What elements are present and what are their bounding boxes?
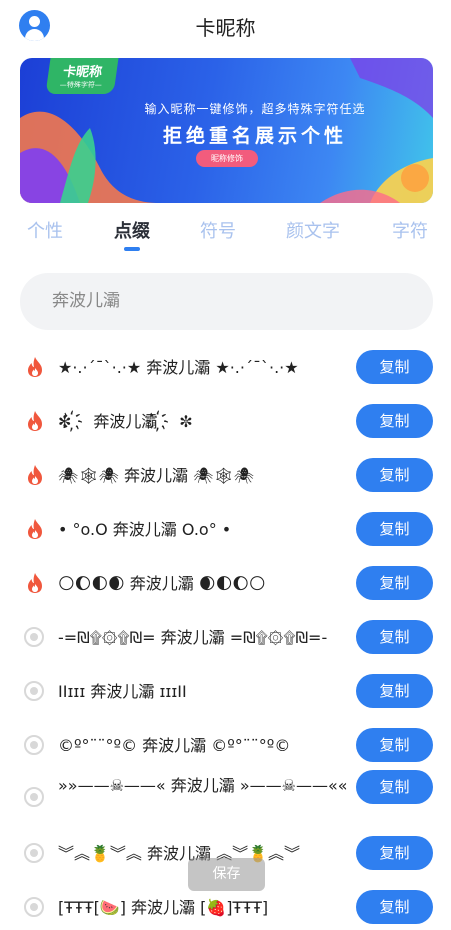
list-item: -=₪۩۞۩₪= 奔波儿灞 =₪۩۞۩₪=- 复制 — [0, 620, 451, 654]
list-item: • °o.O 奔波儿灞 O.o° • 复制 — [0, 512, 451, 546]
fire-icon — [28, 357, 42, 377]
tab-decoration[interactable]: 点缀 — [114, 217, 150, 243]
radio-icon[interactable] — [24, 897, 44, 917]
nickname-input[interactable]: 奔波儿灞 — [20, 273, 433, 330]
list-item: »»——☠——« 奔波儿灞 »——☠——«« 复制 — [0, 770, 451, 828]
copy-button[interactable]: 复制 — [356, 770, 433, 804]
decorated-nickname: [ŦŦŦ[🍉] 奔波儿灞 [🍓]ŦŦŦ] — [58, 898, 269, 917]
list-item: ★·.·´¯`·.·★ 奔波儿灞 ★·.·´¯`·.·★ 复制 — [0, 350, 451, 384]
copy-button[interactable]: 复制 — [356, 404, 433, 438]
banner-button[interactable]: 昵称修饰 — [196, 150, 258, 167]
list-item: [ŦŦŦ[🍉] 奔波儿灞 [🍓]ŦŦŦ] 复制 — [0, 890, 451, 924]
list-item: ©º°¨¨°º© 奔波儿灞 ©º°¨¨°º© 复制 — [0, 728, 451, 762]
radio-icon[interactable] — [24, 843, 44, 863]
user-icon[interactable] — [19, 10, 50, 41]
copy-button[interactable]: 复制 — [356, 566, 433, 600]
decorated-nickname: ©º°¨¨°º© 奔波儿灞 ©º°¨¨°º© — [58, 736, 291, 755]
list-item: 🌕🌔🌓🌒 奔波儿灞 🌒🌓🌔🌕 复制 — [0, 566, 451, 600]
save-toast[interactable]: 保存 — [188, 858, 265, 891]
copy-button[interactable]: 复制 — [356, 620, 433, 654]
radio-icon[interactable] — [24, 787, 44, 807]
decorated-nickname: -=₪۩۞۩₪= 奔波儿灞 =₪۩۞۩₪=- — [58, 628, 328, 647]
tab-symbols[interactable]: 符号 — [200, 217, 236, 243]
radio-icon[interactable] — [24, 735, 44, 755]
decorated-nickname: ✼ ҉ 奔波儿灞 ҉ ✼ — [58, 412, 193, 431]
header-bar: 卡昵称 — [0, 0, 451, 52]
fire-icon — [28, 519, 42, 539]
radio-icon[interactable] — [24, 627, 44, 647]
copy-button[interactable]: 复制 — [356, 890, 433, 924]
tab-personality[interactable]: 个性 — [27, 217, 63, 243]
tab-characters[interactable]: 字符 — [392, 217, 428, 243]
banner-headline: 拒绝重名展示个性 — [162, 125, 347, 147]
fire-icon — [28, 465, 42, 485]
tab-kaomoji[interactable]: 颜文字 — [286, 217, 340, 243]
copy-button[interactable]: 复制 — [356, 350, 433, 384]
copy-button[interactable]: 复制 — [356, 728, 433, 762]
fire-icon — [28, 411, 42, 431]
copy-button[interactable]: 复制 — [356, 836, 433, 870]
decorated-nickname: ΙΙɪɪɪ 奔波儿灞 ɪɪɪΙΙ — [58, 682, 187, 701]
decorated-nickname: »»——☠——« 奔波儿灞 »——☠——«« — [58, 776, 348, 795]
decorated-nickname: • °o.O 奔波儿灞 O.o° • — [58, 520, 232, 539]
fire-icon — [28, 573, 42, 593]
copy-button[interactable]: 复制 — [356, 458, 433, 492]
active-tab-indicator — [124, 247, 140, 251]
promo-banner[interactable]: 卡昵称 —特殊字符— 输入昵称一键修饰，超多特殊字符任选 拒绝重名展示个性 昵称… — [20, 58, 433, 203]
list-item: ΙΙɪɪɪ 奔波儿灞 ɪɪɪΙΙ 复制 — [0, 674, 451, 708]
banner-subtitle: 输入昵称一键修饰，超多特殊字符任选 — [144, 102, 366, 116]
decorated-nickname: 🌕🌔🌓🌒 奔波儿灞 🌒🌓🌔🌕 — [58, 574, 266, 593]
banner-badge: 卡昵称 —特殊字符— — [45, 58, 119, 94]
decorated-nickname: 🕷🕸🕷 奔波儿灞 🕷🕸🕷 — [58, 466, 255, 485]
list-item: ✼ ҉ 奔波儿灞 ҉ ✼ 复制 — [0, 404, 451, 438]
copy-button[interactable]: 复制 — [356, 674, 433, 708]
list-item: 🕷🕸🕷 奔波儿灞 🕷🕸🕷 复制 — [0, 458, 451, 492]
decorated-nickname: ★·.·´¯`·.·★ 奔波儿灞 ★·.·´¯`·.·★ — [58, 358, 299, 377]
category-tabs: 个性 点缀 符号 颜文字 字符 — [0, 212, 451, 254]
copy-button[interactable]: 复制 — [356, 512, 433, 546]
page-title: 卡昵称 — [195, 15, 256, 40]
radio-icon[interactable] — [24, 681, 44, 701]
